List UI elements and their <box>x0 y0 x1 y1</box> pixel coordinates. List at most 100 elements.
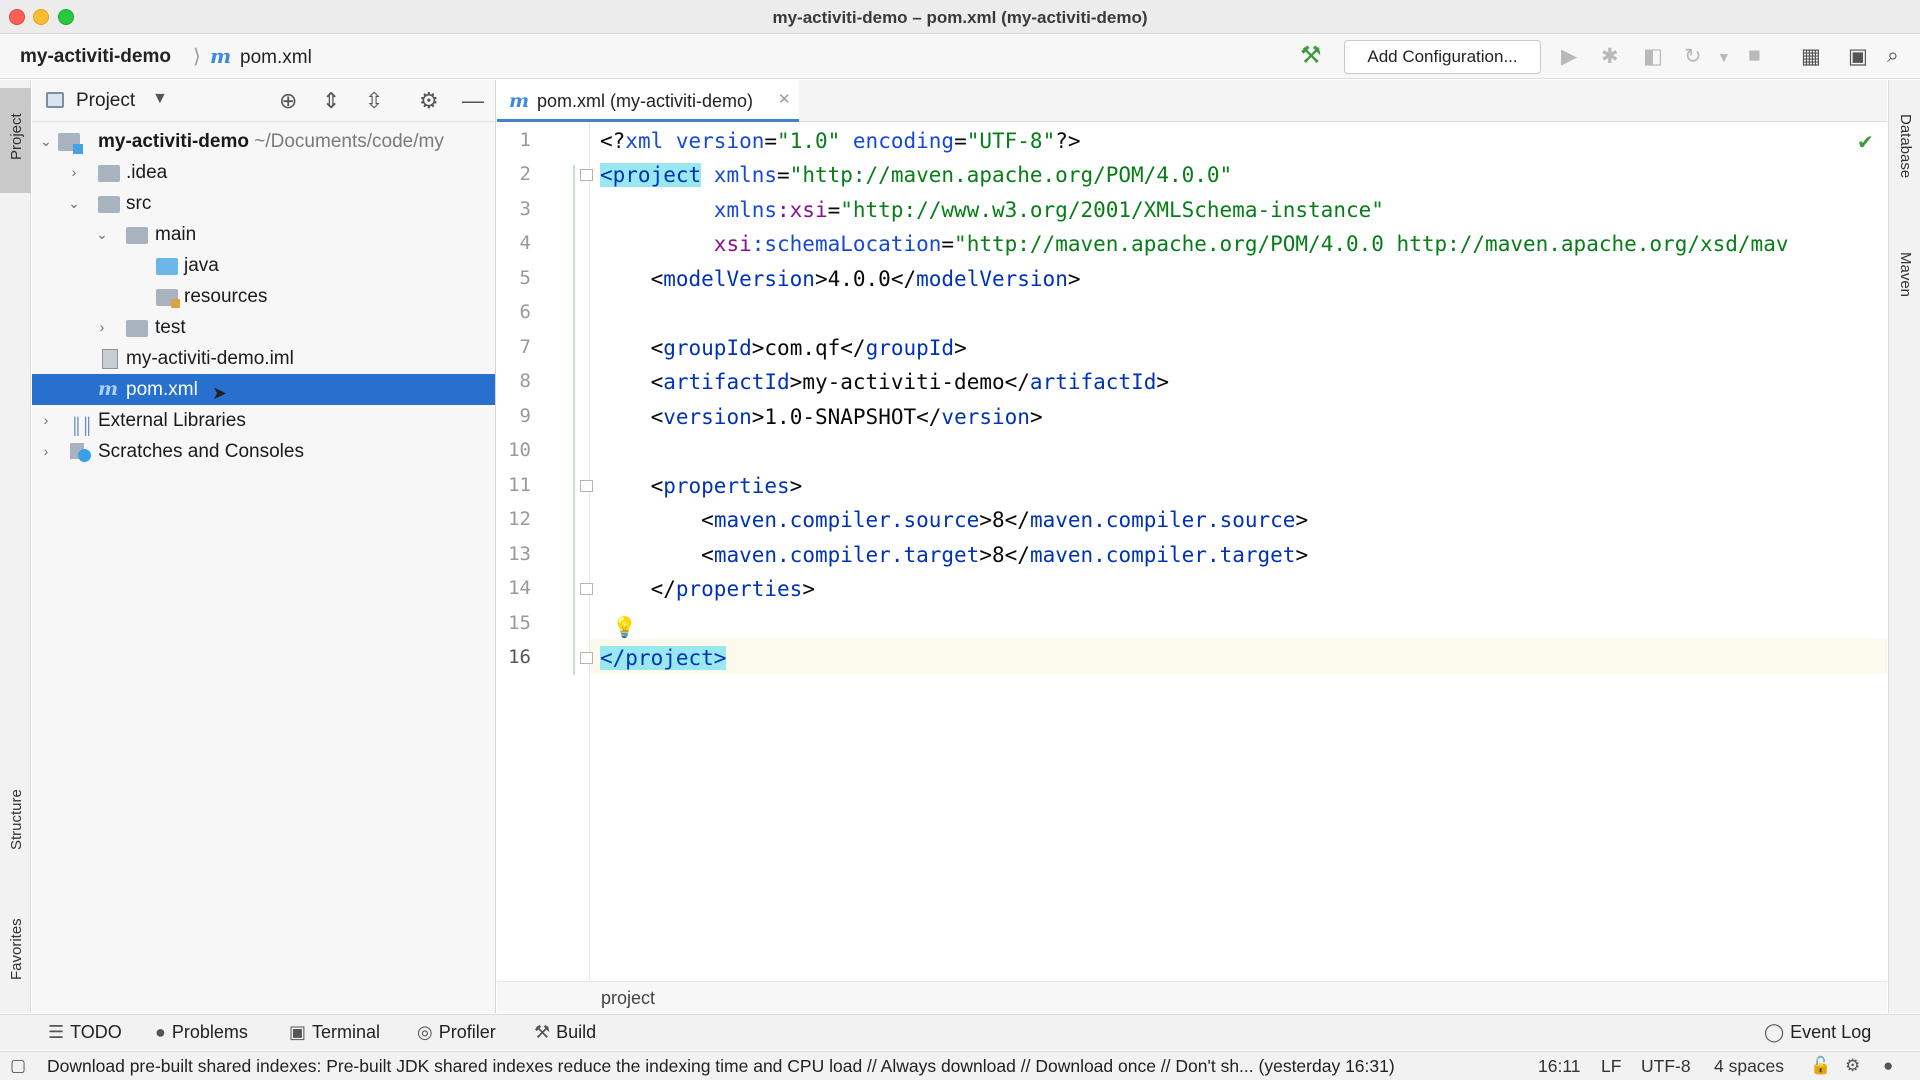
run-icon[interactable]: ▶ <box>1561 44 1577 69</box>
code-line-4: xsi:schemaLocation="http://maven.apache.… <box>600 227 1789 261</box>
more-run-options-icon[interactable]: ▼ <box>1717 49 1731 65</box>
code-line-16: </project> <box>600 641 727 675</box>
chevron-down-icon[interactable]: ⌄ <box>38 126 54 157</box>
mouse-cursor-icon: ➤ <box>212 383 228 403</box>
build-hammer-icon[interactable]: ⚒ <box>1300 41 1322 70</box>
code-token: = <box>827 198 841 222</box>
code-token: > <box>979 543 992 567</box>
line-number: 16 <box>508 646 531 668</box>
module-folder-icon <box>58 133 83 154</box>
debug-icon[interactable]: ✱ <box>1601 44 1619 69</box>
close-icon[interactable]: ✕ <box>778 90 791 108</box>
code-line-14: </properties> <box>600 572 815 606</box>
tree-item-resources[interactable]: resources <box>32 281 495 312</box>
tree-item-label: pom.xml <box>126 379 198 400</box>
window-title: my-activiti-demo – pom.xml (my-activiti-… <box>772 8 1148 27</box>
maven-tool-tab[interactable]: Maven <box>1889 230 1920 330</box>
code-line-1: <?xml version="1.0" encoding="UTF-8"?> <box>600 124 1081 158</box>
stop-icon[interactable]: ■ <box>1748 44 1761 68</box>
notifications-icon[interactable]: ● <box>1883 1056 1893 1076</box>
code-token: </ <box>1004 543 1030 567</box>
line-number: 6 <box>519 301 531 323</box>
code-token: > <box>1295 508 1309 532</box>
line-separator[interactable]: LF <box>1601 1056 1621 1077</box>
project-view-selector[interactable]: Project <box>76 90 135 112</box>
line-number: 3 <box>519 198 531 220</box>
build-tool-button[interactable]: ⚒ Build <box>534 1022 596 1043</box>
tree-item-external-libraries[interactable]: › ║║ External Libraries <box>32 405 495 436</box>
code-token: maven.compiler.source <box>1029 508 1296 532</box>
breadcrumb-file[interactable]: pom.xml <box>240 47 312 69</box>
caret-position[interactable]: 16:11 <box>1538 1056 1581 1077</box>
tree-item-src[interactable]: ⌄ src <box>32 188 495 219</box>
lock-icon[interactable]: 🔓 <box>1810 1056 1831 1076</box>
file-encoding[interactable]: UTF-8 <box>1641 1056 1691 1077</box>
coverage-icon[interactable]: ◧ <box>1643 44 1663 69</box>
chevron-right-icon[interactable]: › <box>94 312 110 343</box>
project-structure-icon[interactable]: ▦ <box>1801 44 1821 69</box>
fold-marker-icon[interactable] <box>580 480 593 492</box>
chevron-right-icon[interactable]: › <box>38 436 54 467</box>
tree-item-my-activiti-demo[interactable]: ⌄ my-activiti-demo ~/Documents/code/my <box>32 126 495 157</box>
code-token: > <box>1156 370 1170 394</box>
no-problems-check-icon[interactable]: ✔ <box>1857 130 1874 155</box>
code-token: modelVersion <box>663 267 815 291</box>
project-tool-tab[interactable]: Project <box>0 88 31 193</box>
tree-item-test[interactable]: › test <box>32 312 495 343</box>
structure-tool-label: Structure <box>8 789 25 850</box>
chevron-down-icon[interactable]: ▼ <box>152 90 168 108</box>
database-tool-tab[interactable]: Database <box>1889 94 1920 199</box>
structure-tool-tab[interactable]: Structure <box>0 760 31 870</box>
tree-item-scratches[interactable]: › Scratches and Consoles <box>32 436 495 467</box>
hide-panel-icon[interactable]: — <box>462 88 484 114</box>
status-message[interactable]: Download pre-built shared indexes: Pre-b… <box>47 1056 1395 1077</box>
fold-marker-icon[interactable] <box>580 652 593 664</box>
tree-item-pom-xml[interactable]: m pom.xml ➤ <box>32 374 495 405</box>
breadcrumb-project[interactable]: my-activiti-demo <box>20 46 171 68</box>
code-token: < <box>650 474 664 498</box>
expand-all-icon[interactable]: ⇕ <box>322 88 340 114</box>
event-log-label: Event Log <box>1790 1022 1872 1042</box>
chevron-down-icon[interactable]: ⌄ <box>94 219 110 250</box>
add-configuration-button[interactable]: Add Configuration... <box>1344 40 1541 74</box>
code-token: version <box>663 129 765 153</box>
indent-setting[interactable]: 4 spaces <box>1714 1056 1784 1077</box>
lightbulb-icon[interactable]: 💡 <box>612 615 637 640</box>
profiler-tool-button[interactable]: ◎ Profiler <box>417 1022 496 1043</box>
code-token: > <box>802 577 815 601</box>
code-token: </ <box>916 405 942 429</box>
editor-breadcrumb[interactable]: project <box>601 988 655 1009</box>
code-token: "UTF-8" <box>966 129 1056 153</box>
favorites-tool-tab[interactable]: Favorites <box>0 890 31 995</box>
collapse-all-icon[interactable]: ⇳ <box>365 88 383 114</box>
problems-tool-button[interactable]: ● Problems <box>155 1022 248 1043</box>
tree-item-main[interactable]: ⌄ main <box>32 219 495 250</box>
event-log-tool-button[interactable]: ◯ Event Log <box>1764 1022 1871 1043</box>
terminal-tool-button[interactable]: ▣ Terminal <box>289 1022 380 1043</box>
title-bar: my-activiti-demo – pom.xml (my-activiti-… <box>0 0 1920 34</box>
chevron-down-icon[interactable]: ⌄ <box>66 188 82 219</box>
select-opened-file-icon[interactable]: ⊕ <box>279 88 297 114</box>
tree-item-label: .idea <box>126 162 168 183</box>
chevron-right-icon[interactable]: › <box>38 405 54 436</box>
fold-marker-icon[interactable] <box>580 169 593 181</box>
tree-item-java[interactable]: java <box>32 250 495 281</box>
profile-icon[interactable]: ↻ <box>1684 44 1702 69</box>
inspection-settings-icon[interactable]: ⚙ <box>1845 1056 1860 1076</box>
code-with-me-icon[interactable]: ▣ <box>1848 44 1868 69</box>
toggle-tool-windows-icon[interactable]: ▢ <box>10 1056 26 1076</box>
code-token: > <box>751 336 765 360</box>
fold-marker-icon[interactable] <box>580 583 593 595</box>
search-everywhere-icon[interactable]: ⌕ <box>1887 44 1899 68</box>
list-icon: ☰ <box>48 1022 65 1042</box>
tree-item-iml[interactable]: my-activiti-demo.iml <box>32 343 495 374</box>
gear-icon[interactable]: ⚙ <box>419 88 439 114</box>
tree-item-idea[interactable]: › .idea <box>32 157 495 188</box>
code-editor[interactable]: <?xml version="1.0" encoding="UTF-8"?> <… <box>600 123 1885 980</box>
chevron-right-icon[interactable]: › <box>66 157 82 188</box>
maven-file-icon: m <box>509 90 530 112</box>
todo-tool-button[interactable]: ☰ TODO <box>48 1022 122 1043</box>
folder-icon <box>126 227 148 244</box>
tab-pom-xml[interactable]: m pom.xml (my-activiti-demo) ✕ <box>497 80 799 122</box>
